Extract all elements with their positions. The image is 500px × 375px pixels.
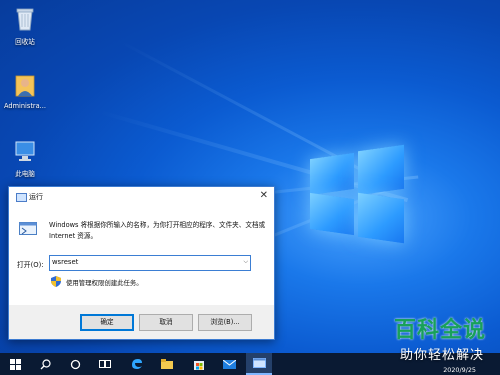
search-icon[interactable] bbox=[32, 353, 58, 375]
task-view-icon[interactable] bbox=[92, 353, 118, 375]
taskbar-date[interactable]: 2020/9/25 bbox=[443, 366, 476, 374]
desktop-icon-this-pc[interactable]: 此电脑 bbox=[2, 138, 48, 178]
open-label: 打开(O): bbox=[17, 261, 44, 269]
run-taskbar-icon[interactable] bbox=[246, 353, 272, 375]
watermark-subtitle: 助你轻松解决 bbox=[399, 348, 484, 363]
dialog-titlebar[interactable]: 运行 ✕ bbox=[9, 187, 274, 207]
command-input[interactable]: wsreset bbox=[52, 258, 78, 266]
mail-icon[interactable] bbox=[216, 353, 242, 375]
ok-button[interactable]: 确定 bbox=[80, 314, 134, 331]
cancel-button[interactable]: 取消 bbox=[139, 314, 193, 331]
command-combobox[interactable]: wsreset ⌵ bbox=[49, 255, 251, 271]
run-program-icon bbox=[19, 222, 37, 237]
dialog-title: 运行 bbox=[29, 193, 43, 201]
desktop-icon-label: 此电脑 bbox=[15, 170, 35, 178]
chevron-down-icon[interactable]: ⌵ bbox=[243, 258, 248, 266]
dialog-footer: 确定 取消 浏览(B)... bbox=[9, 305, 274, 339]
browse-button[interactable]: 浏览(B)... bbox=[198, 314, 252, 331]
watermark-title: 百科全说 bbox=[393, 318, 486, 343]
recycle-bin-icon bbox=[13, 6, 37, 32]
edge-icon[interactable] bbox=[124, 353, 150, 375]
run-dialog: 运行 ✕ Windows 将根据你所输入的名称，为你打开相应的程序、文件夹、文档… bbox=[8, 186, 275, 340]
admin-privilege-note: 使用管理权限创建此任务。 bbox=[66, 279, 143, 287]
desktop-icon-label: 回收站 bbox=[15, 38, 35, 46]
run-window-icon bbox=[16, 193, 27, 202]
store-icon[interactable] bbox=[186, 353, 212, 375]
desktop-icon-admin-folder[interactable]: Administra... bbox=[2, 72, 48, 110]
close-icon[interactable]: ✕ bbox=[260, 190, 268, 201]
desktop-icon-label: Administra... bbox=[4, 102, 46, 110]
computer-icon bbox=[13, 138, 37, 164]
windows-start-icon[interactable] bbox=[2, 353, 28, 375]
cortana-icon[interactable] bbox=[62, 353, 88, 375]
file-explorer-icon[interactable] bbox=[154, 353, 180, 375]
user-folder-icon bbox=[13, 72, 37, 98]
desktop-icon-recycle-bin[interactable]: 回收站 bbox=[2, 6, 48, 46]
dialog-description: Windows 将根据你所输入的名称，为你打开相应的程序、文件夹、文档或 Int… bbox=[49, 221, 266, 240]
admin-shield-icon bbox=[51, 276, 61, 287]
